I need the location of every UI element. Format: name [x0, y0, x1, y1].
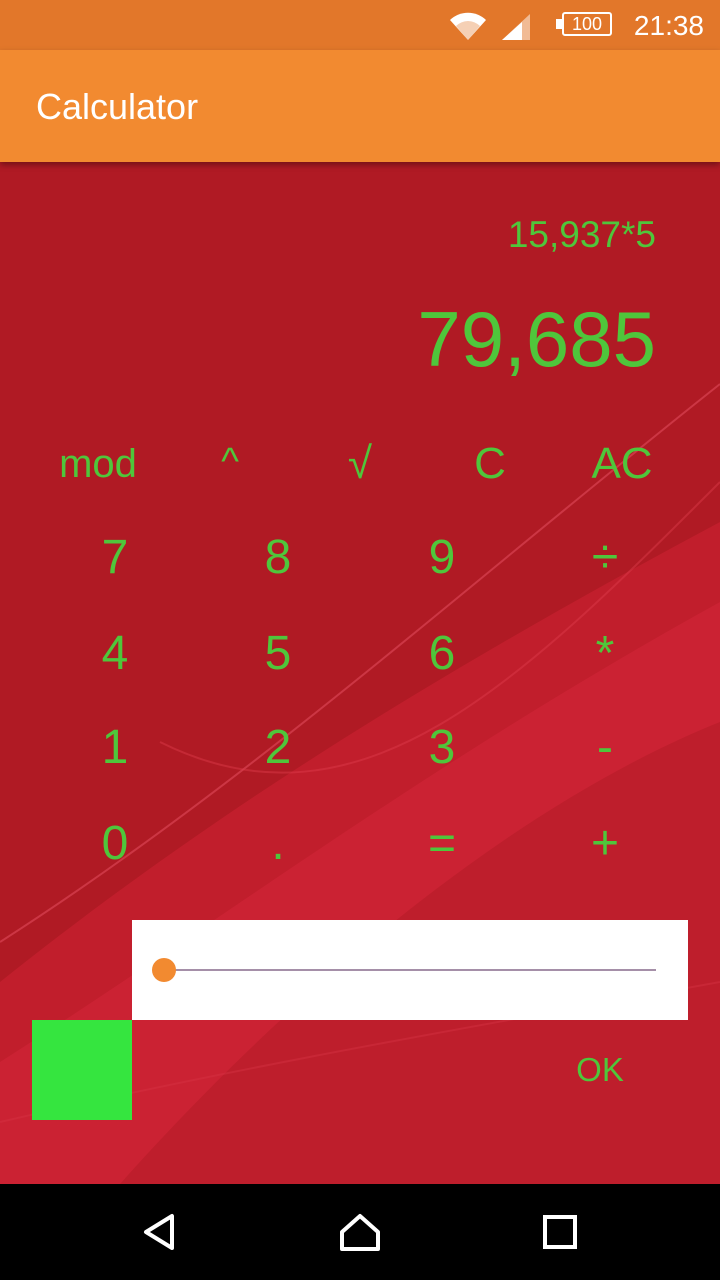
- signal-icon: [500, 12, 532, 45]
- key-power[interactable]: ^: [170, 432, 290, 492]
- key-4[interactable]: 4: [55, 624, 175, 684]
- key-clear[interactable]: C: [430, 434, 550, 494]
- app-bar: Calculator: [0, 50, 720, 162]
- color-slider-panel: [132, 920, 688, 1020]
- key-decimal[interactable]: .: [218, 814, 338, 874]
- key-divide[interactable]: ÷: [545, 528, 665, 588]
- key-add[interactable]: +: [545, 814, 665, 874]
- clock: 21:38: [633, 10, 704, 41]
- key-all-clear[interactable]: AC: [562, 434, 682, 494]
- key-multiply[interactable]: *: [545, 624, 665, 684]
- calculator-content: 15,937*5 79,685 mod ^ √ C AC 7 8 9 ÷ 4 5…: [0, 162, 720, 1184]
- key-0[interactable]: 0: [55, 814, 175, 874]
- key-subtract[interactable]: -: [545, 718, 665, 778]
- wifi-icon: [448, 10, 488, 47]
- home-button[interactable]: [330, 1202, 390, 1262]
- recents-button[interactable]: [530, 1202, 590, 1262]
- key-sqrt[interactable]: √: [300, 434, 420, 494]
- key-8[interactable]: 8: [218, 528, 338, 588]
- app-title: Calculator: [36, 86, 199, 127]
- navigation-bar: [0, 1184, 720, 1280]
- back-icon: [144, 1214, 174, 1250]
- slider-thumb[interactable]: [152, 958, 176, 982]
- recents-icon: [543, 1215, 577, 1249]
- key-mod[interactable]: mod: [38, 434, 158, 494]
- key-1[interactable]: 1: [55, 718, 175, 778]
- status-bar: 100 21:38: [0, 0, 720, 50]
- back-button[interactable]: [130, 1202, 190, 1262]
- key-2[interactable]: 2: [218, 718, 338, 778]
- color-swatch: [32, 1020, 132, 1120]
- ok-button[interactable]: OK: [560, 1050, 640, 1090]
- slider-track[interactable]: [164, 969, 656, 971]
- battery-icon: 100: [562, 12, 612, 36]
- home-icon: [340, 1214, 380, 1251]
- key-equals[interactable]: =: [382, 814, 502, 874]
- expression-display: 15,937*5: [507, 214, 656, 255]
- result-display: 79,685: [417, 295, 656, 383]
- key-5[interactable]: 5: [218, 624, 338, 684]
- key-6[interactable]: 6: [382, 624, 502, 684]
- key-9[interactable]: 9: [382, 528, 502, 588]
- key-3[interactable]: 3: [382, 718, 502, 778]
- key-7[interactable]: 7: [55, 528, 175, 588]
